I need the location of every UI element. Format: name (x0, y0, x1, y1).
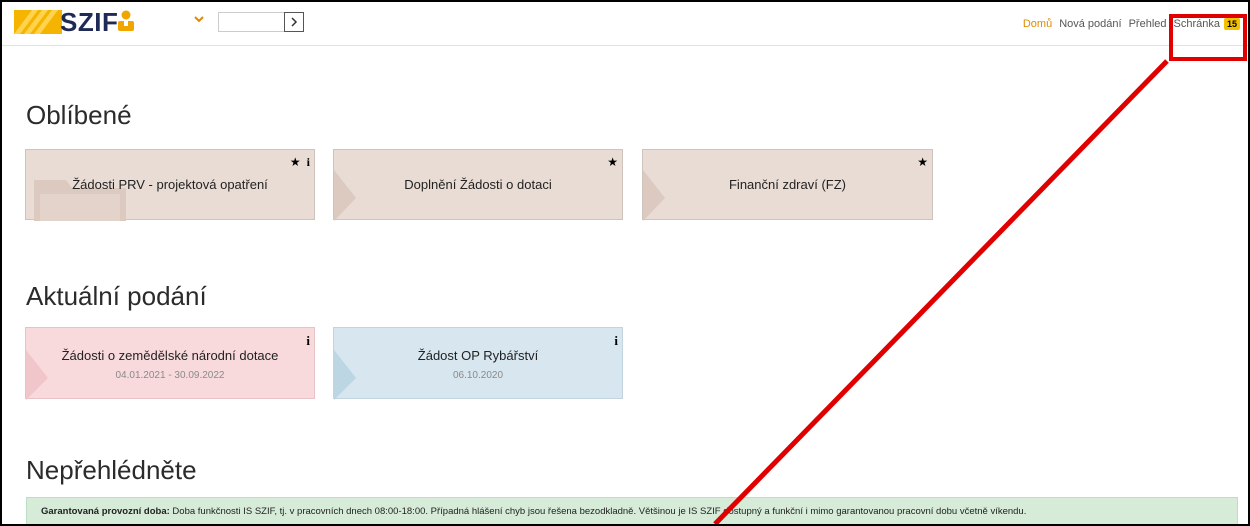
chevron-down-icon[interactable] (193, 14, 205, 24)
current-tile-national-subsidies[interactable]: i Žádosti o zemědělské národní dotace 04… (25, 327, 315, 400)
star-icon[interactable]: ★ (290, 155, 301, 170)
current-heading: Aktuální podání (26, 281, 207, 311)
star-icon[interactable]: ★ (607, 155, 618, 169)
go-button[interactable] (284, 12, 304, 32)
current-tile-op-fishery[interactable]: i Žádost OP Rybářství 06.10.2020 (333, 327, 623, 400)
tile-dates: 06.10.2020 (452, 370, 504, 381)
notice-text: Doba funkčnosti IS SZIF, tj. v pracovníc… (169, 506, 1027, 517)
notice-bar: Garantovaná provozní doba: Doba funkčnos… (26, 497, 1238, 524)
logo-text[interactable]: SZIF (60, 7, 118, 38)
nav-home[interactable]: Domů (1023, 18, 1052, 30)
top-bar: SZIF Domů Nová podání Přehled Schránka 15 (2, 2, 1248, 46)
info-icon[interactable]: i (307, 155, 310, 170)
notice-heading: Nepřehlédněte (26, 455, 197, 485)
tile-title: Žádost OP Rybářství (417, 348, 539, 363)
favorites-heading: Oblíbené (26, 100, 132, 130)
id-input[interactable] (218, 12, 284, 32)
user-icon[interactable] (117, 10, 135, 32)
annotation-arrow (713, 59, 1169, 524)
tile-icons: ★ (917, 155, 928, 169)
highlight-box (1169, 14, 1247, 61)
favorite-tile-fz[interactable]: ★ Finanční zdraví (FZ) (642, 149, 933, 221)
tile-icons: ★ i (290, 155, 310, 170)
chevron-decoration-icon (26, 350, 48, 400)
tile-icons: ★ (607, 155, 618, 169)
chevron-decoration-icon (334, 350, 356, 400)
nav-new-submission[interactable]: Nová podání (1059, 18, 1121, 30)
tile-dates: 04.01.2021 - 30.09.2022 (115, 370, 225, 381)
browser-frame: SZIF Domů Nová podání Přehled Schránka 15… (0, 0, 1250, 526)
star-icon[interactable]: ★ (917, 155, 928, 169)
nav-overview[interactable]: Přehled (1129, 18, 1167, 30)
favorite-tile-prv[interactable]: ★ i Žádosti PRV - projektová opatření (25, 149, 315, 221)
chevron-right-icon (291, 17, 298, 27)
logo-stripes-icon (14, 10, 62, 34)
tile-title: Žádosti PRV - projektová opatření (72, 177, 268, 192)
favorite-tile-doplneni[interactable]: ★ Doplnění Žádosti o dotaci (333, 149, 623, 221)
tile-title: Doplnění Žádosti o dotaci (404, 177, 552, 192)
info-icon[interactable]: i (614, 333, 618, 349)
tile-icons: i (614, 333, 618, 349)
tile-title: Žádosti o zemědělské národní dotace (61, 348, 279, 363)
tile-title: Finanční zdraví (FZ) (728, 177, 847, 192)
tile-icons: i (306, 333, 310, 349)
notice-label: Garantovaná provozní doba: (41, 506, 170, 517)
info-icon[interactable]: i (306, 333, 310, 349)
